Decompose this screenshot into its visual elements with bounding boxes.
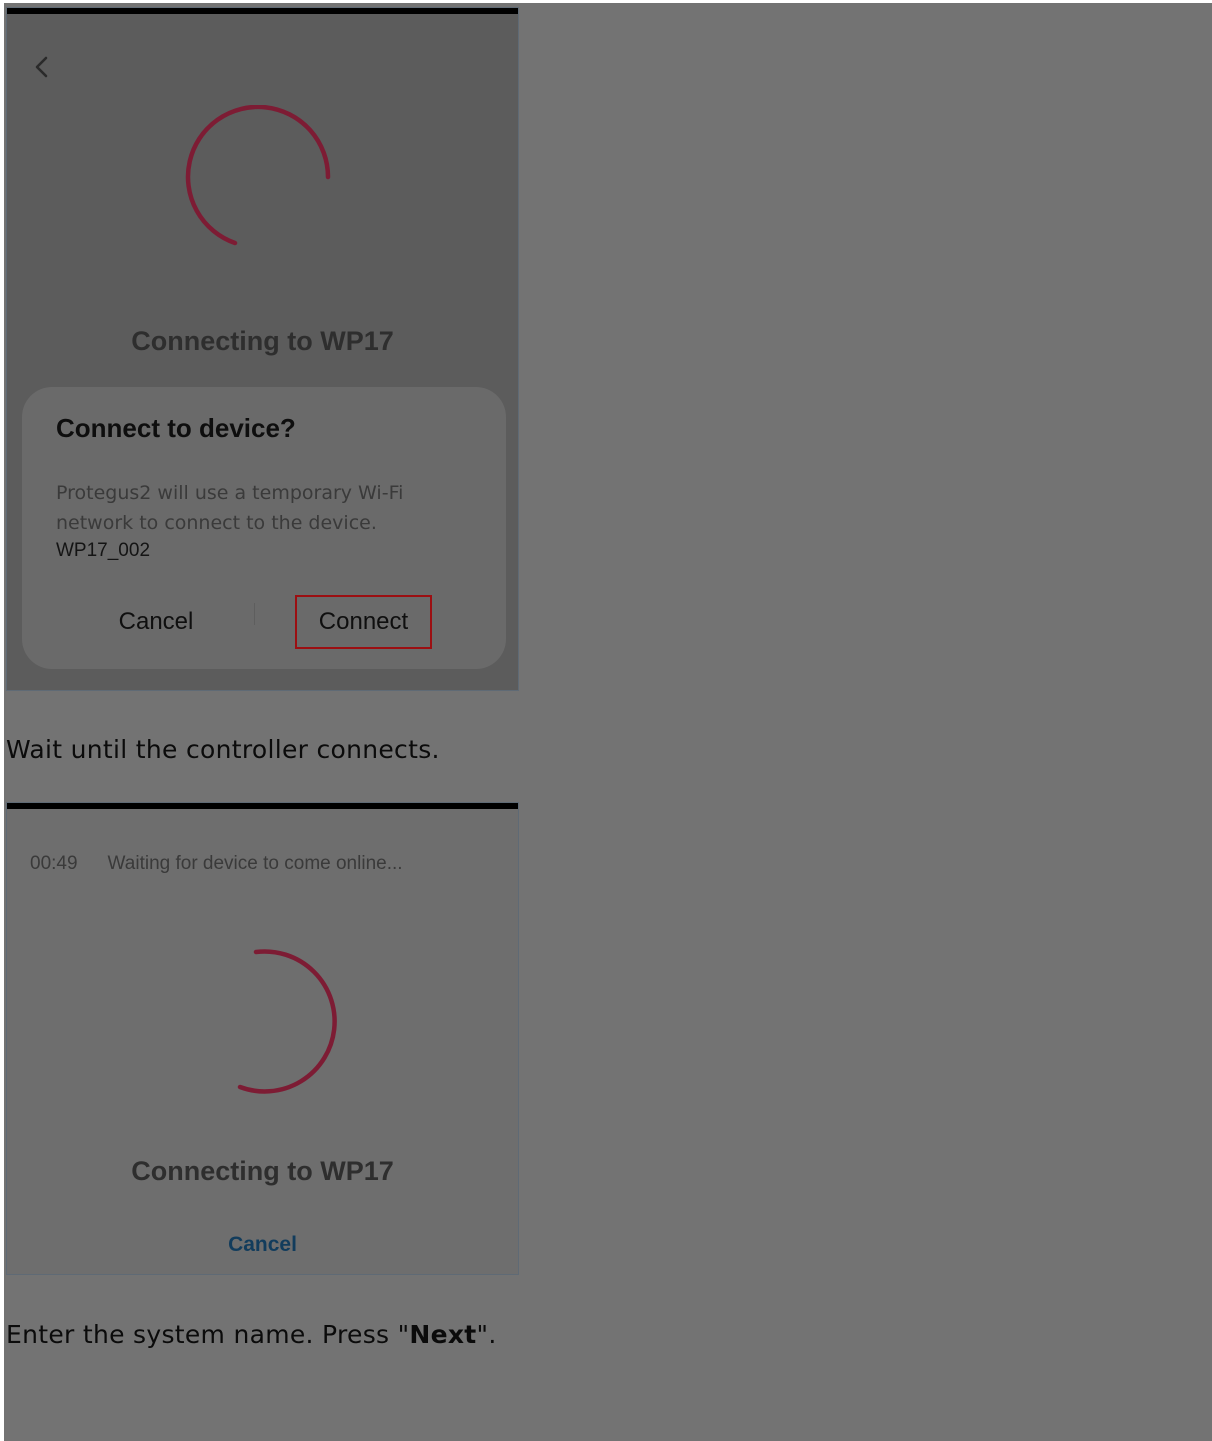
spinner-icon (183, 104, 335, 257)
instruction-wait: Wait until the controller connects. (6, 735, 440, 764)
dialog-title: Connect to device? (56, 413, 296, 443)
spinner-icon (183, 941, 341, 1099)
status-bar (7, 803, 518, 809)
button-divider (254, 603, 255, 625)
dialog-message: Protegus2 will use a temporary Wi-Fi net… (56, 482, 404, 534)
countdown-timer: 00:49 (30, 853, 78, 874)
cancel-button[interactable]: Cancel (7, 1233, 518, 1257)
connecting-title: Connecting to WP17 (131, 326, 394, 356)
caption-text: Enter the system name. Press " (6, 1320, 410, 1349)
status-bar (7, 8, 518, 14)
dialog-cancel-button[interactable]: Cancel (94, 595, 218, 649)
waiting-status: Waiting for device to come online... (107, 853, 403, 874)
connecting-title: Connecting to WP17 (131, 1156, 394, 1186)
instruction-system-name: Enter the system name. Press "Next". (6, 1320, 497, 1349)
device-ssid: WP17_002 (56, 540, 151, 561)
chevron-left-icon[interactable] (27, 52, 57, 82)
caption-next-emphasis: Next (409, 1320, 477, 1349)
caption-text-end: ". (476, 1320, 497, 1349)
connect-dialog: Connect to device? Protegus2 will use a … (22, 387, 506, 669)
dialog-connect-button[interactable]: Connect (295, 595, 432, 649)
timer-row: 00:49 Waiting for device to come online..… (30, 853, 403, 875)
